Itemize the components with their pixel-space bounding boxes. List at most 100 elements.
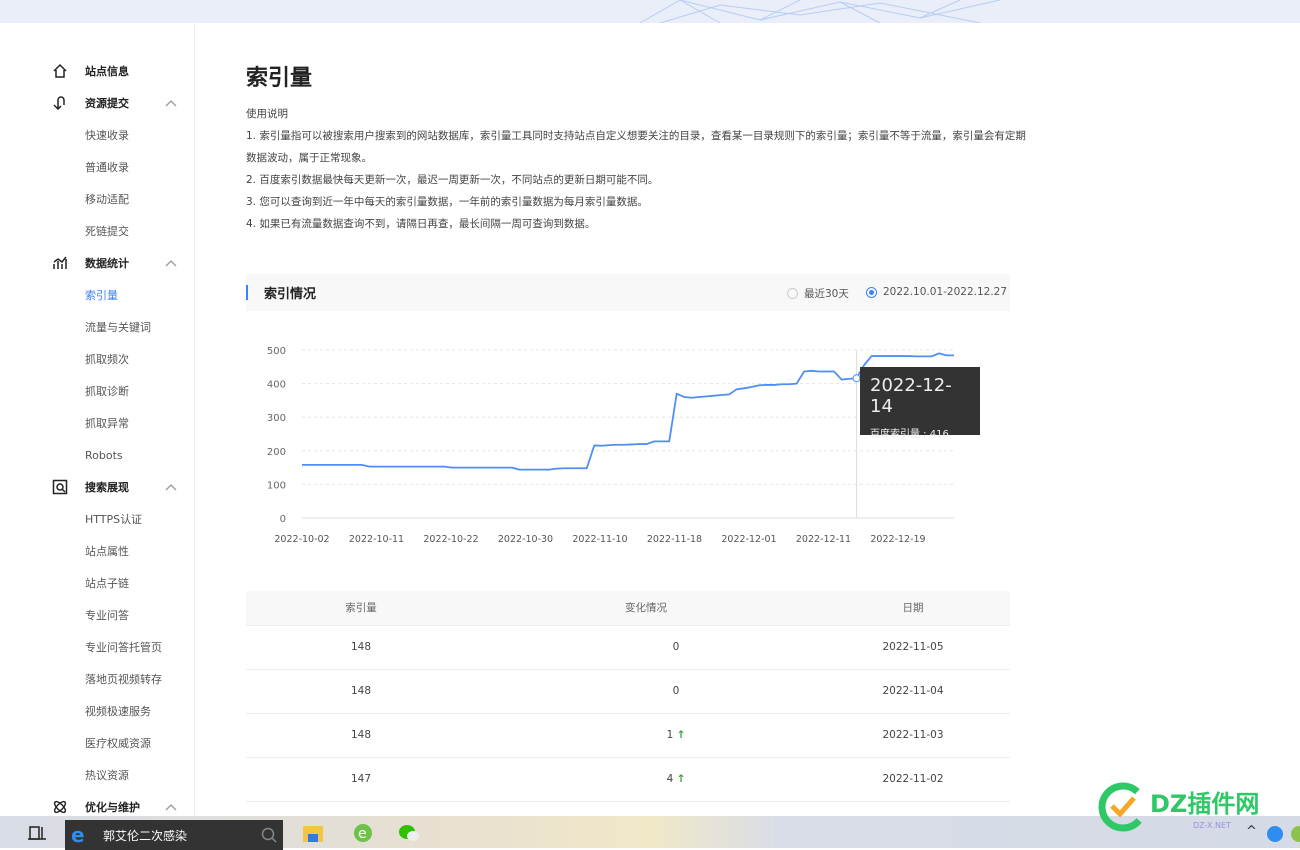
col-header-change: 变化情况 — [476, 591, 816, 626]
change-value: 0 — [672, 641, 680, 653]
x-tick-label: 2022-10-02 — [274, 534, 329, 545]
optimize-icon — [53, 800, 67, 814]
search-icon[interactable] — [261, 827, 277, 843]
index-line-chart[interactable]: 0 100 200 300 400 500 2022-10-02 2022-10-11 2022… — [246, 330, 1006, 555]
sidebar-item[interactable]: 流量与关键词 — [0, 311, 194, 343]
change-value: 0 — [672, 685, 680, 697]
cell-count: 148 — [246, 669, 476, 714]
table-row: 147 4 ↑ 2022-11-02 — [246, 757, 1010, 802]
x-tick-label: 2022-12-11 — [796, 534, 851, 545]
chevron-up-icon[interactable] — [164, 257, 178, 269]
chart-tooltip: 2022-12-14 百度索引量 : 416 — [860, 367, 980, 440]
usage-line: 1. 索引量指可以被搜索用户搜索到的网站数据库，索引量工具同时支持站点自定义想要… — [246, 130, 1026, 164]
sidebar-item-label: 热议资源 — [85, 769, 129, 782]
cell-date: 2022-11-03 — [816, 713, 1010, 758]
sidebar-item[interactable]: 站点信息 — [0, 55, 194, 87]
sidebar-item[interactable]: 快速收录 — [0, 119, 194, 151]
radio-last-30-days[interactable]: 最近30天 — [787, 286, 849, 301]
sidebar-item[interactable]: 索引量 — [0, 279, 194, 311]
sidebar: 站点信息资源提交快速收录普通收录移动适配死链提交数据统计索引量流量与关键词 抓取频… — [0, 23, 195, 816]
arrow-up-icon: ↑ — [676, 773, 686, 785]
chevron-up-icon[interactable] — [164, 97, 178, 109]
ie-icon: e — [71, 823, 85, 847]
table-row: 148 1 ↑ 2022-11-03 — [246, 713, 1010, 758]
sidebar-item[interactable]: 落地页视频转存 — [0, 663, 194, 695]
cell-date: 2022-11-04 — [816, 669, 1010, 714]
sidebar-item[interactable]: 普通收录 — [0, 151, 194, 183]
page-title: 索引量 — [246, 66, 313, 91]
sidebar-item[interactable]: 资源提交 — [0, 87, 194, 119]
y-tick-label: 300 — [267, 413, 286, 424]
sidebar-item[interactable]: 抓取频次 — [0, 343, 194, 375]
cell-count: 148 — [246, 713, 476, 758]
sidebar-item-label: 快速收录 — [85, 129, 129, 142]
x-tick-label: 2022-12-19 — [870, 534, 925, 545]
sidebar-item[interactable]: 数据统计 — [0, 247, 194, 279]
sidebar-item[interactable]: 热议资源 — [0, 759, 194, 791]
sidebar-item[interactable]: 视频极速服务 — [0, 695, 194, 727]
submit-icon — [53, 96, 65, 111]
sidebar-item[interactable]: 抓取异常 — [0, 407, 194, 439]
sidebar-item[interactable]: 站点属性 — [0, 535, 194, 567]
search-text: 郭艾伦二次感染 — [103, 828, 188, 843]
radio-icon — [866, 286, 877, 298]
x-tick-label: 2022-10-22 — [423, 534, 478, 545]
sidebar-item[interactable]: 专业问答 — [0, 599, 194, 631]
index-panel-header: 索引情况 最近30天 2022.10.01-2022.12.27 — [246, 274, 1010, 311]
taskbar-search[interactable]: e 郭艾伦二次感染 — [65, 820, 283, 850]
x-tick-label: 2022-12-01 — [721, 534, 776, 545]
y-tick-label: 100 — [267, 480, 286, 491]
y-tick-label: 200 — [267, 447, 286, 458]
chevron-up-icon[interactable] — [164, 481, 178, 493]
sidebar-item[interactable]: Robots — [0, 439, 194, 471]
browser-icon[interactable]: e — [352, 822, 374, 844]
svg-text:e: e — [358, 826, 367, 842]
sidebar-item-label: 搜索展现 — [85, 481, 129, 494]
radio-date-range[interactable]: 2022.10.01-2022.12.27 — [866, 286, 1007, 298]
sidebar-item-label: 落地页视频转存 — [85, 673, 162, 686]
wechat-icon[interactable] — [398, 822, 420, 844]
sidebar-item-label: 医疗权威资源 — [85, 737, 151, 750]
radio-label: 最近30天 — [804, 288, 849, 300]
cell-date: 2022-11-02 — [816, 757, 1010, 802]
file-explorer-icon[interactable] — [302, 822, 324, 844]
sidebar-item[interactable]: 专业问答托管页 — [0, 631, 194, 663]
tooltip-value: 百度索引量 : 416 — [870, 429, 949, 440]
sidebar-item[interactable]: 移动适配 — [0, 183, 194, 215]
y-tick-label: 0 — [280, 514, 286, 525]
sidebar-item-label: 资源提交 — [85, 97, 129, 110]
accent-bar — [246, 285, 248, 300]
y-tick-label: 500 — [267, 346, 286, 357]
sidebar-item-label: 移动适配 — [85, 193, 129, 206]
svg-text:DZ-X.NET: DZ-X.NET — [1193, 821, 1231, 830]
usage-line: 4. 如果已有流量数据查询不到，请隔日再查，最长间隔一周可查询到数据。 — [246, 218, 596, 230]
cell-count: 148 — [246, 625, 476, 670]
col-header-count: 索引量 — [246, 591, 476, 626]
home-icon — [53, 63, 67, 78]
sidebar-item-label: 索引量 — [85, 289, 118, 302]
x-tick-label: 2022-11-18 — [647, 534, 702, 545]
sidebar-item[interactable]: 医疗权威资源 — [0, 727, 194, 759]
task-view-icon[interactable] — [28, 825, 48, 841]
x-tick-label: 2022-11-10 — [572, 534, 627, 545]
sidebar-item[interactable]: 死链提交 — [0, 215, 194, 247]
chevron-up-icon[interactable] — [164, 801, 178, 813]
sidebar-item[interactable]: 站点子链 — [0, 567, 194, 599]
cell-change: 0 — [476, 669, 816, 714]
sidebar-item-label: 优化与维护 — [85, 801, 140, 814]
x-tick-label: 2022-10-30 — [498, 534, 553, 545]
change-value: 1 — [666, 729, 674, 741]
cell-date: 2022-11-05 — [816, 625, 1010, 670]
sidebar-item-label: 抓取诊断 — [85, 385, 129, 398]
sidebar-item[interactable]: 搜索展现 — [0, 471, 194, 503]
sidebar-item-label: 专业问答托管页 — [85, 641, 162, 654]
sidebar-item[interactable]: HTTPS认证 — [0, 503, 194, 535]
sidebar-item[interactable]: 抓取诊断 — [0, 375, 194, 407]
sidebar-item-label: 数据统计 — [85, 257, 129, 270]
radio-label: 2022.10.01-2022.12.27 — [883, 286, 1008, 298]
sidebar-item-label: 专业问答 — [85, 609, 129, 622]
change-value: 4 — [666, 773, 674, 785]
panel-title: 索引情况 — [264, 287, 317, 302]
radio-icon — [787, 288, 798, 299]
table-row: 148 0 2022-11-05 — [246, 625, 1010, 670]
